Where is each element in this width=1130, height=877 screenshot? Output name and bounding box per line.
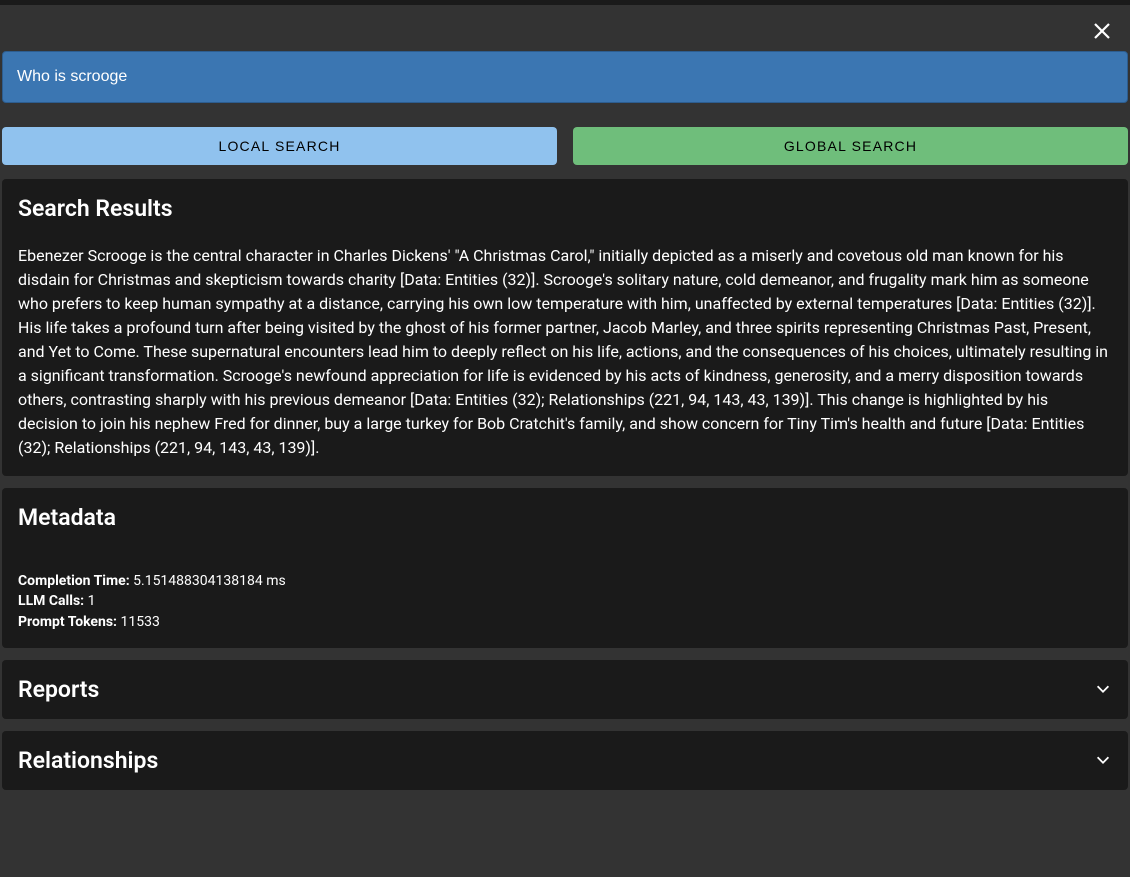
metadata-panel: Metadata Completion Time: 5.151488304138… <box>2 488 1128 648</box>
close-icon[interactable] <box>1092 21 1112 41</box>
reports-accordion[interactable]: Reports <box>2 660 1128 719</box>
metadata-completion-time-value: 5.151488304138184 ms <box>133 573 286 589</box>
search-input[interactable] <box>2 51 1128 103</box>
search-results-panel: Search Results Ebenezer Scrooge is the c… <box>2 179 1128 476</box>
search-button-row: LOCAL SEARCH GLOBAL SEARCH <box>0 127 1130 179</box>
metadata-llm-calls-label: LLM Calls: <box>18 593 84 609</box>
metadata-llm-calls: LLM Calls: 1 <box>18 591 1112 611</box>
chevron-down-icon <box>1094 751 1112 769</box>
metadata-completion-time: Completion Time: 5.151488304138184 ms <box>18 571 1112 591</box>
relationships-title: Relationships <box>18 747 158 774</box>
reports-title: Reports <box>18 676 99 703</box>
metadata-prompt-tokens: Prompt Tokens: 11533 <box>18 612 1112 632</box>
local-search-button[interactable]: LOCAL SEARCH <box>2 127 557 165</box>
search-input-container <box>0 51 1130 127</box>
metadata-llm-calls-value: 1 <box>88 593 96 609</box>
search-results-title: Search Results <box>18 195 1112 222</box>
metadata-completion-time-label: Completion Time: <box>18 573 130 589</box>
close-row <box>0 5 1130 51</box>
relationships-accordion[interactable]: Relationships <box>2 731 1128 790</box>
metadata-prompt-tokens-label: Prompt Tokens: <box>18 614 117 630</box>
global-search-button[interactable]: GLOBAL SEARCH <box>573 127 1128 165</box>
chevron-down-icon <box>1094 680 1112 698</box>
metadata-title: Metadata <box>18 504 1112 531</box>
metadata-prompt-tokens-value: 11533 <box>120 614 159 630</box>
search-results-body: Ebenezer Scrooge is the central characte… <box>18 222 1112 460</box>
